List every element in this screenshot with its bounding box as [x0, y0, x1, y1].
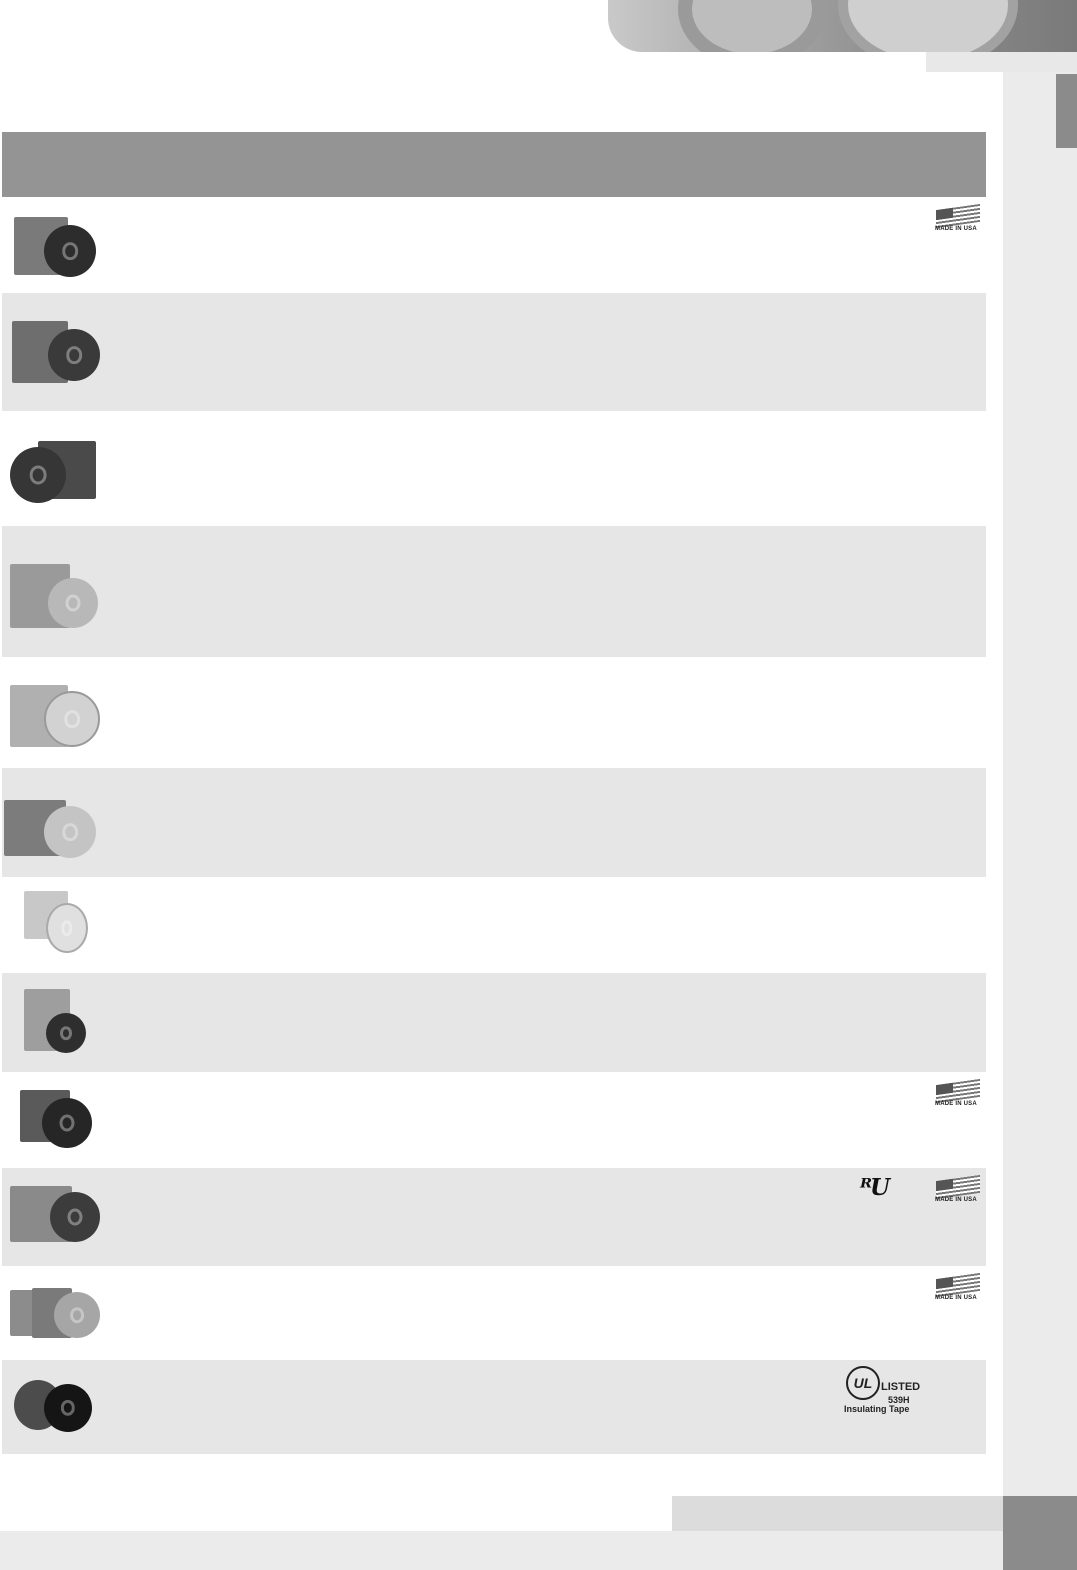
- product-image: [12, 321, 102, 385]
- flag-icon: [936, 1078, 980, 1104]
- product-image: [10, 441, 98, 505]
- table-row: ᴿU MADE IN USA: [2, 1168, 986, 1266]
- table-row: MADE IN USA: [2, 1266, 986, 1360]
- banner-tape-roll: [678, 0, 826, 52]
- ul-listed-badge: UL LISTED 539H Insulating Tape: [844, 1366, 924, 1416]
- banner-step: [926, 52, 1077, 72]
- product-image: [14, 217, 100, 277]
- made-in-usa-badge: MADE IN USA: [932, 1272, 982, 1304]
- flag-icon: [936, 1272, 980, 1298]
- table-row: UL LISTED 539H Insulating Tape: [2, 1360, 986, 1454]
- table-row: [2, 768, 986, 877]
- banner-tape-roll: [838, 0, 1018, 52]
- header-banner-image: [608, 0, 1077, 52]
- table-row: [2, 657, 986, 768]
- product-table: MADE IN USA MADE IN USA ᴿU MADE IN USA M…: [2, 132, 986, 1454]
- product-image: [14, 1380, 94, 1434]
- product-image: [10, 564, 100, 630]
- ul-logo-icon: UL: [846, 1366, 880, 1400]
- product-image: [16, 1090, 96, 1154]
- table-row: MADE IN USA: [2, 1072, 986, 1168]
- made-in-usa-badge: MADE IN USA: [932, 1174, 982, 1206]
- section-tab: [1056, 74, 1077, 148]
- product-image: [4, 800, 98, 862]
- side-strip: [1003, 72, 1077, 1570]
- table-header: [2, 132, 986, 197]
- table-row: [2, 293, 986, 411]
- ur-recognized-mark: ᴿU: [860, 1174, 890, 1201]
- table-row: [2, 973, 986, 1072]
- product-image: [10, 1288, 100, 1344]
- footer-bar: [0, 1531, 1003, 1570]
- product-image: [10, 1186, 100, 1250]
- product-image: [24, 891, 88, 961]
- product-image: [10, 685, 100, 749]
- table-row: [2, 526, 986, 657]
- footer-corner: [1003, 1496, 1077, 1570]
- made-in-usa-badge: MADE IN USA: [932, 1078, 982, 1110]
- flag-icon: [936, 203, 980, 229]
- table-row: [2, 877, 986, 973]
- table-row: [2, 411, 986, 526]
- flag-icon: [936, 1174, 980, 1200]
- product-image: [24, 989, 88, 1059]
- made-in-usa-badge: MADE IN USA: [932, 203, 982, 235]
- table-row: MADE IN USA: [2, 197, 986, 293]
